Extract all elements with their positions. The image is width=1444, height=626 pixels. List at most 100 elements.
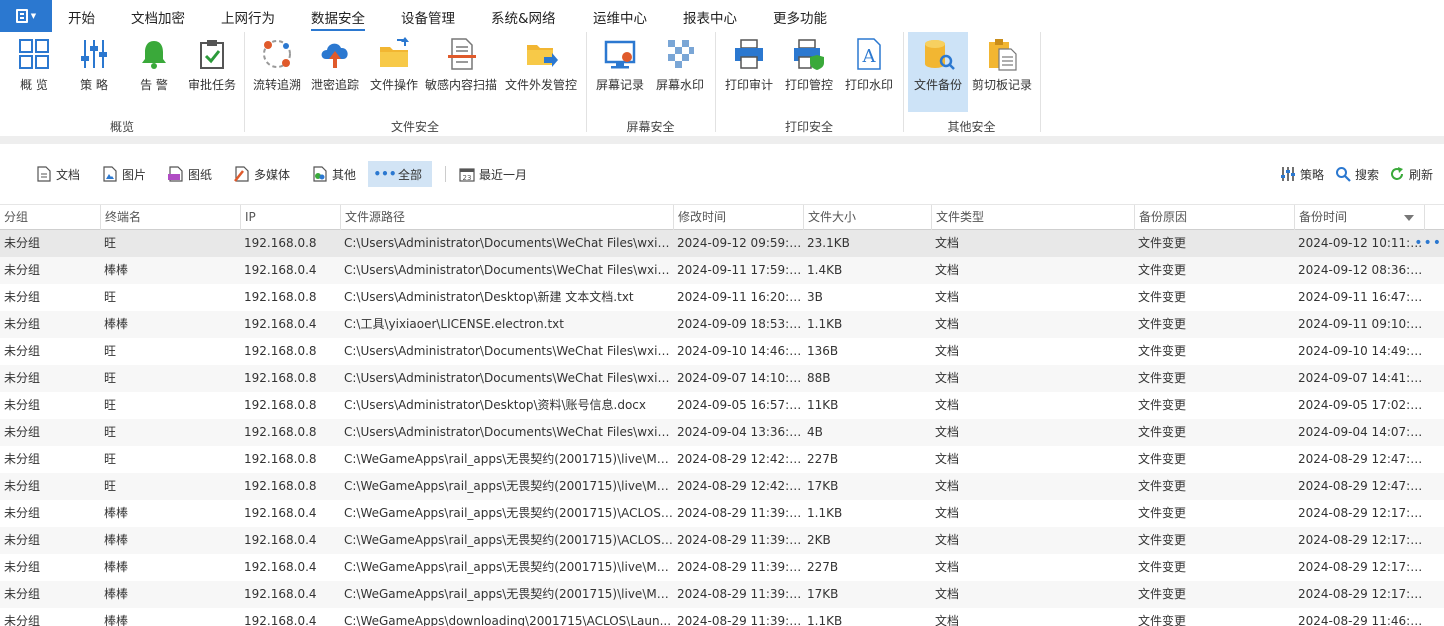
cell-source-path: C:\工具\yixiaoer\LICENSE.electron.txt bbox=[344, 317, 564, 331]
column-header-ip[interactable]: IP bbox=[240, 205, 340, 230]
cell-group: 未分组 bbox=[4, 479, 41, 493]
table-row[interactable]: 未分组 旺 192.168.0.8 C:\Users\Administrator\De… bbox=[0, 392, 1444, 419]
filter-multimedia-button[interactable]: 多媒体 bbox=[230, 161, 294, 187]
image-icon bbox=[102, 166, 118, 182]
cell-modified-time: 2024-09-12 09:59:28 bbox=[677, 236, 803, 250]
search-button[interactable]: 搜索 bbox=[1331, 161, 1383, 187]
cell-backup-reason: 文件变更 bbox=[1138, 398, 1187, 412]
column-header-file-type[interactable]: 文件类型 bbox=[931, 205, 1134, 230]
ribbon-clipboard-record-button[interactable]: 剪切板记录 bbox=[970, 32, 1034, 112]
app-menu-button[interactable]: ▼ bbox=[0, 0, 52, 32]
date-range-label: 最近一月 bbox=[479, 167, 528, 182]
cell-group: 未分组 bbox=[4, 263, 41, 277]
filter-drawing-button[interactable]: 图纸 bbox=[164, 161, 216, 187]
column-header-modified-time[interactable]: 修改时间 bbox=[673, 205, 803, 230]
cell-backup-time: 2024-09-04 14:07:22 bbox=[1298, 425, 1424, 439]
filter-other-button[interactable]: 其他 bbox=[308, 161, 360, 187]
ribbon-screen-watermark-button[interactable]: 屏幕水印 bbox=[653, 32, 707, 112]
cell-terminal: 棒棒 bbox=[104, 263, 129, 277]
cell-file-type: 文档 bbox=[935, 587, 960, 601]
cell-file-size: 1.4KB bbox=[807, 263, 843, 277]
menu-report-center[interactable]: 报表中心 bbox=[683, 7, 737, 27]
ribbon-file-outgoing-button[interactable]: 文件外发管控 bbox=[504, 32, 578, 112]
overview-grid-icon bbox=[14, 34, 54, 74]
cell-file-size: 23.1KB bbox=[807, 236, 850, 250]
table-row[interactable]: 未分组 棒棒 192.168.0.4 C:\Users\Administrator\D… bbox=[0, 257, 1444, 284]
group-separator bbox=[244, 32, 245, 132]
refresh-button[interactable]: 刷新 bbox=[1385, 161, 1437, 187]
cell-ip: 192.168.0.4 bbox=[244, 560, 317, 574]
cell-backup-time: 2024-09-12 10:11:50 bbox=[1298, 236, 1424, 250]
table-row[interactable]: 未分组 棒棒 192.168.0.4 C:\工具\yixiaoer\LICENSE.e… bbox=[0, 311, 1444, 338]
table-row[interactable]: 未分组 棒棒 192.168.0.4 C:\WeGameApps\rail_apps\… bbox=[0, 554, 1444, 581]
filter-image-button[interactable]: 图片 bbox=[98, 161, 150, 187]
table-row[interactable]: 未分组 旺 192.168.0.8 C:\WeGameApps\rail_apps\无… bbox=[0, 473, 1444, 500]
cell-modified-time: 2024-09-04 13:36:05 bbox=[677, 425, 803, 439]
cell-source-path: C:\Users\Administrator\Desktop\资料\账号信息.d… bbox=[344, 398, 647, 412]
ribbon-label: 文件备份 bbox=[913, 78, 962, 92]
ribbon-policy-button[interactable]: 策 略 bbox=[72, 32, 116, 112]
filter-label: 全部 bbox=[398, 167, 423, 182]
cell-file-type: 文档 bbox=[935, 560, 960, 574]
filter-document-button[interactable]: 文档 bbox=[32, 161, 84, 187]
group-label-other-security: 其他安全 bbox=[947, 120, 996, 134]
cell-backup-time: 2024-09-11 09:10:42 bbox=[1298, 317, 1424, 331]
cell-group: 未分组 bbox=[4, 371, 41, 385]
cell-backup-time: 2024-09-11 16:47:15 bbox=[1298, 290, 1424, 304]
column-header-backup-reason[interactable]: 备份原因 bbox=[1134, 205, 1294, 230]
column-header-backup-time[interactable]: 备份时间 bbox=[1294, 205, 1424, 230]
table-row[interactable]: 未分组 旺 192.168.0.8 C:\Users\Administrator\Do… bbox=[0, 365, 1444, 392]
table-row[interactable]: 未分组 旺 192.168.0.8 C:\Users\Administrator\Do… bbox=[0, 338, 1444, 365]
ribbon-flow-trace-button[interactable]: 流转追溯 bbox=[250, 32, 304, 112]
database-backup-icon bbox=[918, 34, 958, 74]
menu-data-security[interactable]: 数据安全 bbox=[311, 7, 365, 31]
column-header-terminal[interactable]: 终端名 bbox=[100, 205, 240, 230]
cell-backup-time: 2024-09-07 14:41:46 bbox=[1298, 371, 1424, 385]
document-icon bbox=[15, 9, 28, 23]
menu-more-functions[interactable]: 更多功能 bbox=[773, 7, 827, 27]
cell-ip: 192.168.0.8 bbox=[244, 371, 317, 385]
ribbon-overview-button[interactable]: 概 览 bbox=[12, 32, 56, 112]
ribbon-approval-button[interactable]: 审批任务 bbox=[186, 32, 238, 112]
more-dots-icon: ••• bbox=[373, 167, 397, 181]
cell-modified-time: 2024-09-10 14:46:05 bbox=[677, 344, 803, 358]
policy-sliders-icon bbox=[74, 34, 114, 74]
filter-all-button[interactable]: ••• 全部 bbox=[368, 161, 432, 187]
ribbon-print-control-button[interactable]: 打印管控 bbox=[782, 32, 836, 112]
ribbon-file-backup-button[interactable]: 文件备份 bbox=[908, 32, 968, 112]
table-row[interactable]: 未分组 旺 192.168.0.8 C:\Users\Administrator\Do… bbox=[0, 230, 1444, 257]
cell-backup-time: 2024-08-29 12:47:48 bbox=[1298, 452, 1424, 466]
cell-group: 未分组 bbox=[4, 452, 41, 466]
ribbon-alarm-button[interactable]: 告 警 bbox=[132, 32, 176, 112]
cell-group: 未分组 bbox=[4, 506, 41, 520]
cell-source-path: C:\WeGameApps\rail_apps\无畏契约(2001715)\li… bbox=[344, 452, 673, 466]
ribbon-print-watermark-button[interactable]: A 打印水印 bbox=[842, 32, 896, 112]
menu-doc-encrypt[interactable]: 文档加密 bbox=[131, 7, 185, 27]
ribbon-screen-record-button[interactable]: 屏幕记录 bbox=[593, 32, 647, 112]
ribbon-print-audit-button[interactable]: 打印审计 bbox=[722, 32, 776, 112]
column-header-group[interactable]: 分组 bbox=[0, 205, 100, 230]
table-row[interactable]: 未分组 棒棒 192.168.0.4 C:\WeGameApps\downloadin… bbox=[0, 608, 1444, 626]
ribbon-sensitive-scan-button[interactable]: 敏感内容扫描 bbox=[424, 32, 498, 112]
menu-device-management[interactable]: 设备管理 bbox=[401, 7, 455, 27]
menu-system-network[interactable]: 系统&网络 bbox=[491, 7, 556, 27]
ribbon-file-operation-button[interactable]: 文件操作 bbox=[367, 32, 421, 112]
column-header-source-path[interactable]: 文件源路径 bbox=[340, 205, 673, 230]
table-row[interactable]: 未分组 旺 192.168.0.8 C:\Users\Administrator\De… bbox=[0, 284, 1444, 311]
menu-ops-center[interactable]: 运维中心 bbox=[593, 7, 647, 27]
strategy-button[interactable]: 策略 bbox=[1276, 161, 1328, 187]
ribbon-leak-trace-button[interactable]: 泄密追踪 bbox=[308, 32, 362, 112]
table-row[interactable]: 未分组 棒棒 192.168.0.4 C:\WeGameApps\rail_apps\… bbox=[0, 527, 1444, 554]
cell-terminal: 旺 bbox=[104, 236, 117, 250]
cell-backup-reason: 文件变更 bbox=[1138, 236, 1187, 250]
table-row[interactable]: 未分组 旺 192.168.0.8 C:\Users\Administrator\Do… bbox=[0, 419, 1444, 446]
ribbon-label: 告 警 bbox=[140, 78, 168, 92]
date-range-button[interactable]: 23 最近一月 bbox=[455, 161, 531, 187]
column-header-file-size[interactable]: 文件大小 bbox=[803, 205, 931, 230]
table-row[interactable]: 未分组 旺 192.168.0.8 C:\WeGameApps\rail_apps\无… bbox=[0, 446, 1444, 473]
menu-web-behavior[interactable]: 上网行为 bbox=[221, 7, 275, 27]
row-more-icon[interactable]: ••• bbox=[1414, 230, 1442, 257]
table-row[interactable]: 未分组 棒棒 192.168.0.4 C:\WeGameApps\rail_apps\… bbox=[0, 581, 1444, 608]
menu-start[interactable]: 开始 bbox=[68, 7, 95, 27]
table-row[interactable]: 未分组 棒棒 192.168.0.4 C:\WeGameApps\rail_apps\… bbox=[0, 500, 1444, 527]
